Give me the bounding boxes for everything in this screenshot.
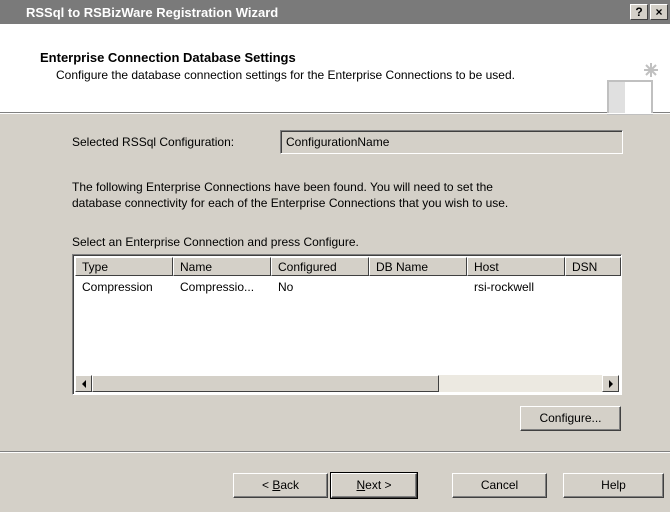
table-row[interactable]: Compression Compressio... No rsi-rockwel… bbox=[75, 278, 621, 295]
cell-type: Compression bbox=[82, 280, 153, 294]
title-bar: RSSql to RSBizWare Registration Wizard ?… bbox=[0, 0, 670, 24]
column-header-type[interactable]: Type bbox=[75, 257, 173, 276]
back-prefix: < bbox=[261, 478, 273, 492]
cell-name: Compressio... bbox=[180, 280, 255, 294]
page-subtitle: Configure the database connection settin… bbox=[56, 68, 515, 82]
back-button[interactable]: < Back bbox=[233, 473, 328, 498]
enterprise-connections-list[interactable]: Type Name Configured DB Name Host DSN Co… bbox=[72, 254, 622, 395]
next-accelerator: N bbox=[356, 478, 366, 492]
wizard-icon bbox=[607, 63, 658, 115]
arrow-right-icon bbox=[608, 379, 613, 388]
close-button[interactable]: × bbox=[650, 4, 668, 20]
column-header-dsn[interactable]: DSN bbox=[565, 257, 621, 276]
instructions-line1: The following Enterprise Connections hav… bbox=[72, 180, 493, 194]
page-title: Enterprise Connection Database Settings bbox=[40, 50, 296, 65]
wizard-header: Enterprise Connection Database Settings … bbox=[0, 24, 670, 115]
help-title-button[interactable]: ? bbox=[630, 4, 648, 20]
cell-dsn bbox=[565, 278, 621, 295]
arrow-left-icon bbox=[81, 379, 86, 388]
column-header-db-name[interactable]: DB Name bbox=[369, 257, 467, 276]
cancel-button[interactable]: Cancel bbox=[452, 473, 547, 498]
next-label: ext > bbox=[365, 478, 392, 492]
configure-button[interactable]: Configure... bbox=[520, 406, 621, 431]
cell-configured: No bbox=[278, 280, 294, 294]
next-button[interactable]: Next > bbox=[330, 472, 418, 499]
instructions-line2: database connectivity for each of the En… bbox=[72, 196, 509, 210]
column-header-name[interactable]: Name bbox=[173, 257, 271, 276]
footer-divider-highlight bbox=[0, 452, 670, 453]
config-label: Selected RSSql Configuration: bbox=[72, 135, 235, 149]
scroll-right-button[interactable] bbox=[602, 375, 619, 392]
scrollbar-thumb[interactable] bbox=[92, 375, 439, 392]
cell-host: rsi-rockwell bbox=[474, 280, 534, 294]
scroll-left-button[interactable] bbox=[75, 375, 92, 392]
config-name-field: ConfigurationName bbox=[280, 130, 623, 154]
list-header: Type Name Configured DB Name Host DSN bbox=[75, 257, 621, 276]
back-label: ack bbox=[280, 478, 300, 492]
help-button[interactable]: Help bbox=[563, 473, 664, 498]
select-prompt: Select an Enterprise Connection and pres… bbox=[72, 235, 359, 249]
column-header-host[interactable]: Host bbox=[467, 257, 565, 276]
window-title: RSSql to RSBizWare Registration Wizard bbox=[26, 4, 279, 20]
horizontal-scrollbar[interactable] bbox=[75, 375, 619, 392]
column-header-configured[interactable]: Configured bbox=[271, 257, 369, 276]
cell-db-name bbox=[369, 278, 467, 295]
header-separator bbox=[0, 113, 670, 114]
